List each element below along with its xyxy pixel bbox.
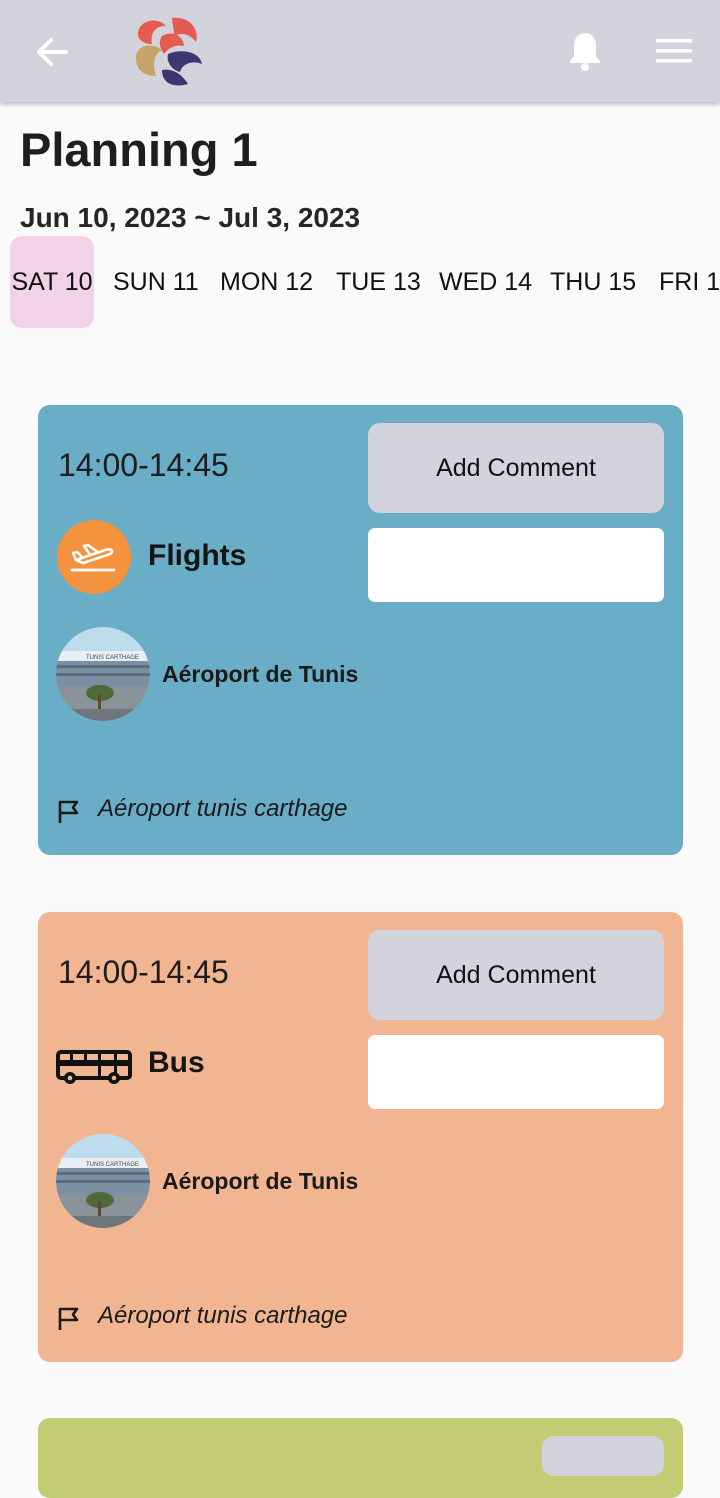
activity-type-label: Flights: [148, 539, 247, 572]
app-logo[interactable]: [132, 14, 206, 88]
activity-card-partial: [38, 1418, 683, 1498]
activity-card-bus: 14:00-14:45 Add Comment Bus TUNIS CARTHA…: [38, 912, 683, 1362]
day-tab-tue-13[interactable]: TUE 13: [336, 236, 421, 328]
day-tab-sun-11[interactable]: SUN 11: [113, 236, 199, 328]
add-comment-button[interactable]: Add Comment: [368, 423, 664, 513]
date-range: Jun 10, 2023 ~ Jul 3, 2023: [20, 202, 361, 233]
bell-icon[interactable]: [566, 30, 604, 72]
activity-card-flights: 14:00-14:45 Add Comment Flights TUNIS CA…: [38, 405, 683, 855]
page-title: Planning 1: [20, 123, 258, 176]
activity-type-label: Bus: [148, 1046, 205, 1079]
app-bar: [0, 0, 720, 102]
svg-text:TUNIS CARTHAGE: TUNIS CARTHAGE: [86, 1162, 139, 1168]
place-address: Aéroport tunis carthage: [98, 795, 348, 822]
day-tab-mon-12[interactable]: MON 12: [220, 236, 313, 328]
svg-text:TUNIS CARTHAGE: TUNIS CARTHAGE: [86, 655, 139, 661]
arrow-left-icon[interactable]: [32, 32, 72, 72]
activity-time: 14:00-14:45: [58, 447, 229, 483]
place-address: Aéroport tunis carthage: [98, 1302, 348, 1329]
add-comment-button[interactable]: Add Comment: [368, 930, 664, 1020]
add-comment-button[interactable]: [542, 1436, 664, 1476]
place-name: Aéroport de Tunis: [162, 1168, 359, 1194]
day-tab-thu-15[interactable]: THU 15: [550, 236, 636, 328]
flag-icon: [58, 1307, 79, 1330]
day-tab-sat-10[interactable]: SAT 10: [10, 236, 94, 328]
day-tab-fri-16[interactable]: FRI 16: [659, 236, 720, 328]
airplane-takeoff-icon: [57, 520, 131, 594]
comment-input[interactable]: [368, 528, 664, 602]
activity-time: 14:00-14:45: [58, 954, 229, 990]
comment-input[interactable]: [368, 1035, 664, 1109]
day-selector: SAT 10 SUN 11 MON 12 TUE 13 WED 14 THU 1…: [0, 236, 720, 330]
bus-icon: [56, 1050, 132, 1084]
day-tab-wed-14[interactable]: WED 14: [439, 236, 532, 328]
hamburger-menu-icon[interactable]: [656, 38, 692, 64]
flag-icon: [58, 800, 79, 823]
airport-photo: TUNIS CARTHAGE: [56, 627, 150, 721]
place-name: Aéroport de Tunis: [162, 661, 359, 687]
airport-photo: TUNIS CARTHAGE: [56, 1134, 150, 1228]
